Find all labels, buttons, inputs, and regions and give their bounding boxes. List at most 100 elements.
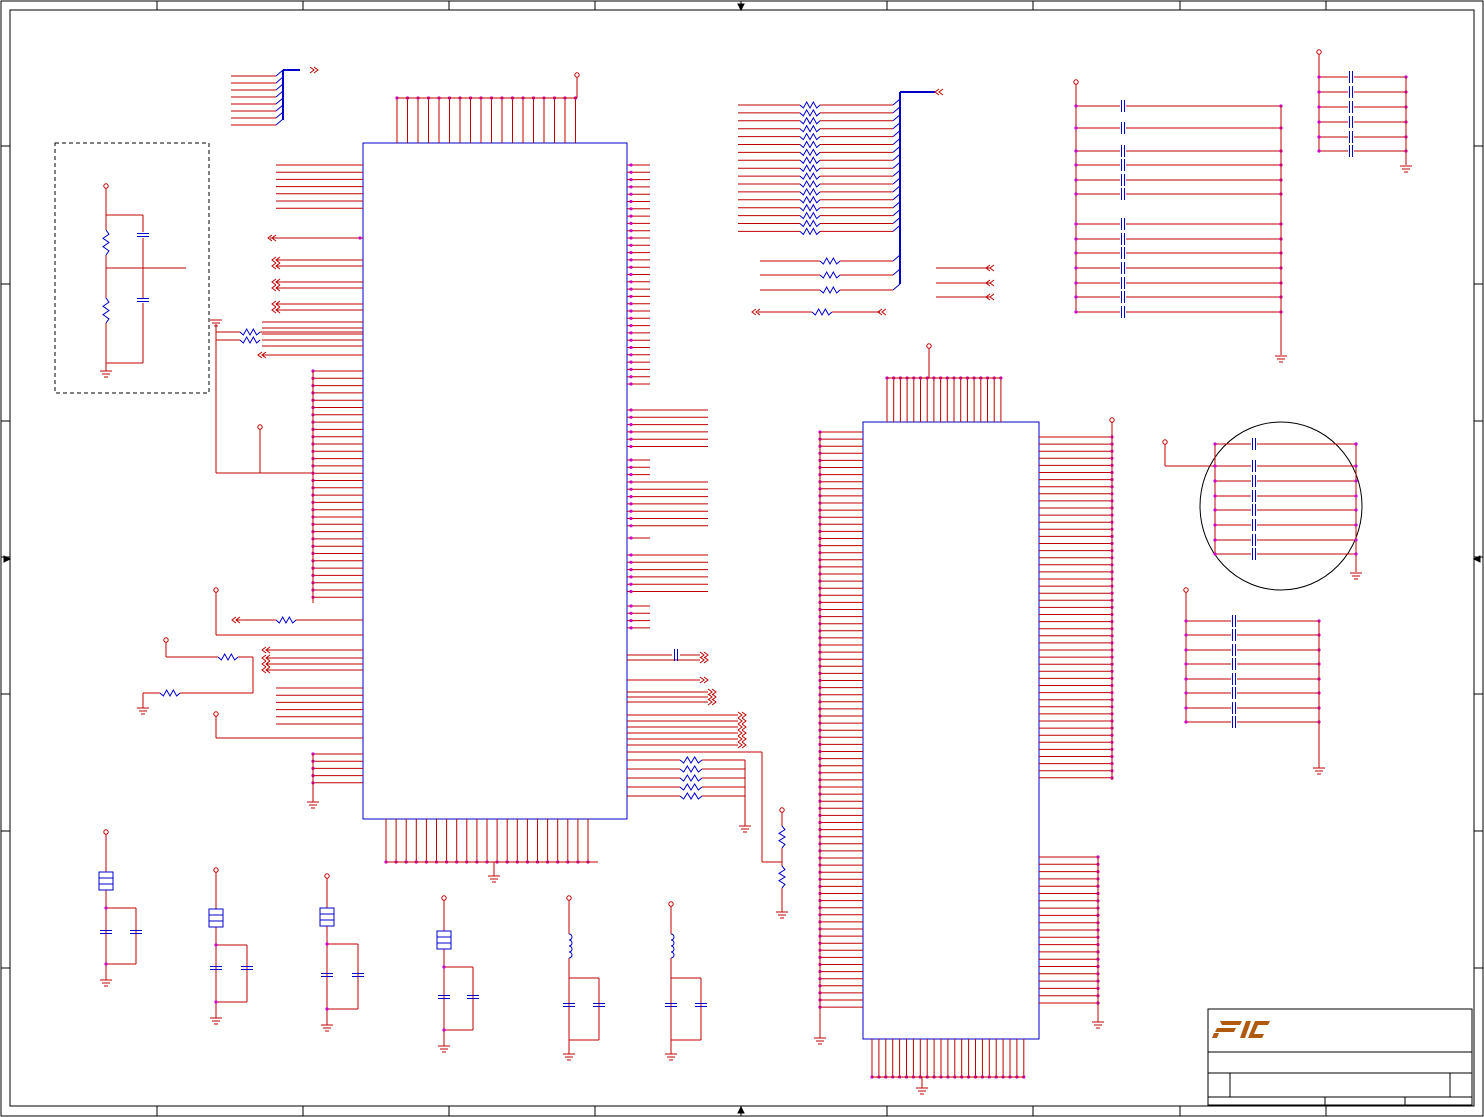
pin-dot: [629, 553, 633, 557]
capacitor-icon: [1121, 145, 1125, 157]
capacitor-icon: [1121, 100, 1125, 112]
resistor-icon: [799, 172, 821, 181]
ferrite-bead-icon: [436, 930, 452, 950]
pin-dot: [1074, 126, 1078, 130]
pin-dot: [629, 575, 633, 579]
capacitor-icon: [1121, 122, 1125, 134]
chevron: [699, 676, 705, 684]
pin-dot: [629, 287, 633, 291]
pin-dot: [629, 516, 633, 521]
capacitor-icon: [137, 298, 149, 302]
pin-dot: [629, 345, 633, 350]
resistor-icon: [239, 327, 261, 337]
resistor-icon: [799, 203, 821, 212]
bus-entry: [892, 98, 901, 106]
pin-dot: [629, 611, 633, 615]
chevron: [737, 711, 743, 719]
pin-dot: [1074, 310, 1078, 314]
pin-dot: [1074, 192, 1078, 196]
ground-symbol-icon: [307, 801, 319, 809]
bus-entry: [275, 83, 284, 91]
pin-dot: [1354, 523, 1358, 527]
resistor-icon: [819, 285, 841, 295]
capacitor-icon: [1349, 71, 1353, 83]
pin-dot: [1213, 479, 1217, 483]
pin-dot: [1074, 222, 1078, 226]
pin-dot: [629, 163, 633, 167]
resistor-icon: [819, 270, 841, 280]
resistor-icon: [778, 825, 786, 849]
pin-dot: [629, 465, 633, 469]
pin-dot: [1213, 508, 1217, 512]
chevron: [737, 717, 743, 725]
pin-dot: [1184, 706, 1188, 710]
pin-dot: [442, 1028, 446, 1032]
capacitor-icon: [1232, 673, 1236, 685]
chevron: [938, 88, 944, 96]
pin-dot: [629, 185, 633, 189]
bus-entry: [892, 225, 901, 232]
pin-dot: [629, 430, 633, 434]
capacitor-icon: [1252, 504, 1256, 516]
highlight-circle: [1199, 421, 1363, 591]
chevron: [737, 741, 743, 749]
bead-body: [319, 907, 335, 927]
ground-symbol-icon: [1275, 355, 1287, 363]
offpage-connector-icon: [309, 66, 319, 74]
pin-dot: [629, 408, 633, 412]
chevron: [737, 729, 743, 737]
offpage-connector-icon: [737, 717, 747, 725]
bus-entry: [892, 193, 901, 201]
pin-dot: [1213, 523, 1217, 527]
power-port-icon: [779, 807, 785, 813]
bus-entry: [892, 254, 901, 262]
ground-symbol-icon: [1092, 1021, 1104, 1029]
bus-entry: [892, 169, 901, 177]
power-port-icon: [1316, 49, 1322, 55]
pin-dot: [1074, 266, 1078, 270]
ferrite-bead-icon: [319, 907, 335, 927]
pin-dot: [1184, 619, 1188, 623]
bus-entry: [892, 177, 901, 185]
ferrite-bead-icon: [98, 871, 114, 891]
resistor-icon: [799, 187, 821, 196]
resistor-icon: [679, 756, 703, 764]
pin-dot: [1213, 464, 1217, 468]
pin-dot: [629, 582, 633, 586]
pin-dot: [1184, 633, 1188, 637]
resistor-icon: [799, 227, 821, 236]
power-port-icon: [324, 873, 330, 879]
resistor-icon: [799, 179, 821, 189]
resistor-icon: [679, 774, 703, 782]
resistor-icon: [679, 765, 703, 773]
pin-dot: [1213, 552, 1217, 556]
ground-symbol-icon: [1350, 572, 1362, 580]
capacitor-icon: [674, 649, 678, 661]
pin-dot: [629, 214, 633, 218]
pin-dot: [629, 243, 633, 247]
pin-dot: [629, 316, 633, 320]
pin-dot: [1184, 677, 1188, 681]
bus-entry: [892, 130, 901, 137]
capacitor-icon: [1252, 519, 1256, 531]
pin-dot: [629, 309, 633, 313]
pin-dot: [629, 423, 633, 427]
ground-symbol-icon: [488, 875, 500, 883]
pin-dot: [1074, 163, 1078, 167]
capacitor-icon: [1349, 101, 1353, 113]
pin-dot: [1354, 442, 1358, 446]
resistor-icon: [239, 335, 261, 345]
bus-entry: [275, 97, 284, 105]
resistor-icon: [799, 219, 821, 228]
ground-symbol-icon: [137, 707, 149, 715]
pin-dot: [629, 360, 633, 364]
ground-symbol-icon: [665, 1053, 677, 1061]
pin-dot: [1074, 251, 1078, 255]
capacitor-icon: [1252, 438, 1256, 450]
capacitor-icon: [1252, 490, 1256, 502]
pin-dot: [629, 207, 633, 211]
logo-text: FIC: [1280, 1035, 1282, 1037]
capacitor-icon: [1121, 291, 1125, 303]
bus-entry: [892, 283, 901, 291]
pin-dot: [629, 192, 633, 196]
